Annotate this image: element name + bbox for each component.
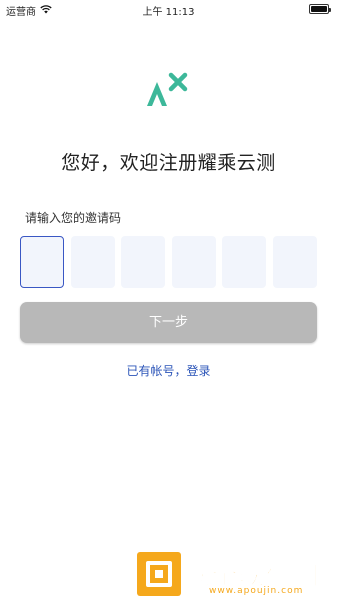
battery-icon	[309, 4, 331, 14]
code-box-6[interactable]	[272, 236, 317, 288]
code-box-1[interactable]	[20, 236, 64, 288]
invite-code-label: 请输入您的邀请码	[25, 211, 122, 225]
login-link[interactable]: 已有帐号，登录	[0, 362, 337, 379]
code-box-3[interactable]	[121, 236, 166, 288]
page-title: 您好，欢迎注册耀乘云测	[61, 152, 276, 174]
code-box-5[interactable]	[222, 236, 267, 288]
watermark: 欧全软件园 www.apoujin.com	[137, 550, 333, 600]
invite-code-input[interactable]	[20, 236, 317, 288]
next-step-button[interactable]: 下一步	[20, 302, 317, 343]
watermark-url: www.apoujin.com	[209, 586, 304, 596]
app-logo	[145, 70, 193, 110]
status-bar: 运营商 上午 11:13	[0, 0, 337, 18]
watermark-logo-icon	[137, 552, 181, 596]
status-time: 上午 11:13	[142, 7, 195, 18]
code-box-2[interactable]	[70, 236, 115, 288]
code-box-4[interactable]	[171, 236, 216, 288]
